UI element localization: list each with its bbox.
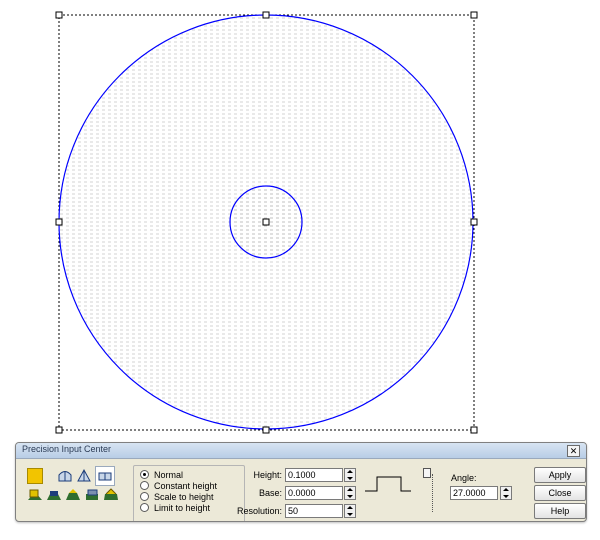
radio-dot xyxy=(140,470,149,479)
flat-profile-icon[interactable] xyxy=(95,466,115,486)
resolution-field[interactable]: 50 xyxy=(285,504,343,518)
extrude-icon-3[interactable] xyxy=(65,488,81,502)
radio-scale-to-height[interactable]: Scale to height xyxy=(140,492,214,502)
base-spinner[interactable] xyxy=(344,486,356,500)
extrude-icon-1[interactable] xyxy=(27,488,43,502)
slider-track xyxy=(432,474,435,512)
fill-color-swatch[interactable] xyxy=(27,468,43,484)
handle-bottom-left[interactable] xyxy=(55,426,63,434)
handle-top-right[interactable] xyxy=(470,11,478,19)
radio-dot xyxy=(140,481,149,490)
handle-top-center[interactable] xyxy=(262,11,270,19)
extrude-icon-2[interactable] xyxy=(46,488,62,502)
resolution-label: Resolution: xyxy=(236,506,282,516)
radio-label: Limit to height xyxy=(154,503,211,513)
handle-middle-right[interactable] xyxy=(470,218,478,226)
handle-top-left[interactable] xyxy=(55,11,63,19)
extrude-icon-5[interactable] xyxy=(103,488,119,502)
height-spinner[interactable] xyxy=(344,468,356,482)
profile-preview-icon xyxy=(365,476,411,492)
handle-middle-left[interactable] xyxy=(55,218,63,226)
close-icon[interactable]: ✕ xyxy=(567,445,580,457)
base-label: Base: xyxy=(258,488,282,498)
extrude-icon-4[interactable] xyxy=(84,488,100,502)
height-label: Height: xyxy=(253,470,282,480)
dialog-titlebar[interactable]: Precision Input Center ✕ xyxy=(16,443,586,459)
height-slider[interactable] xyxy=(423,468,437,514)
handle-bottom-right[interactable] xyxy=(470,426,478,434)
radio-label: Normal xyxy=(154,470,184,480)
cone-icon[interactable] xyxy=(76,468,92,482)
apply-button[interactable]: Apply xyxy=(534,467,586,483)
radio-constant-height[interactable]: Constant height xyxy=(140,481,217,491)
radio-limit-to-height[interactable]: Limit to height xyxy=(140,503,210,513)
profile-toolbar xyxy=(21,462,133,521)
precision-input-dialog: Precision Input Center ✕ Normal Constant… xyxy=(15,442,587,522)
handle-bottom-center[interactable] xyxy=(262,426,270,434)
help-button[interactable]: Help xyxy=(534,503,586,519)
radio-dot xyxy=(140,503,149,512)
dome-icon[interactable] xyxy=(57,468,73,482)
angle-spinner[interactable] xyxy=(500,486,512,500)
slider-thumb[interactable] xyxy=(423,468,431,478)
angle-field[interactable]: 27.0000 xyxy=(450,486,498,500)
handle-center[interactable] xyxy=(262,218,270,226)
resolution-spinner[interactable] xyxy=(344,504,356,518)
close-button[interactable]: Close xyxy=(534,485,586,501)
radio-dot xyxy=(140,492,149,501)
base-field[interactable]: 0.0000 xyxy=(285,486,343,500)
dialog-title: Precision Input Center xyxy=(22,444,112,454)
radio-label: Constant height xyxy=(154,481,218,491)
radio-normal[interactable]: Normal xyxy=(140,470,183,480)
angle-label: Angle: xyxy=(451,473,477,483)
radio-label: Scale to height xyxy=(154,492,214,502)
height-field[interactable]: 0.1000 xyxy=(285,468,343,482)
drawing-canvas[interactable] xyxy=(0,0,600,440)
